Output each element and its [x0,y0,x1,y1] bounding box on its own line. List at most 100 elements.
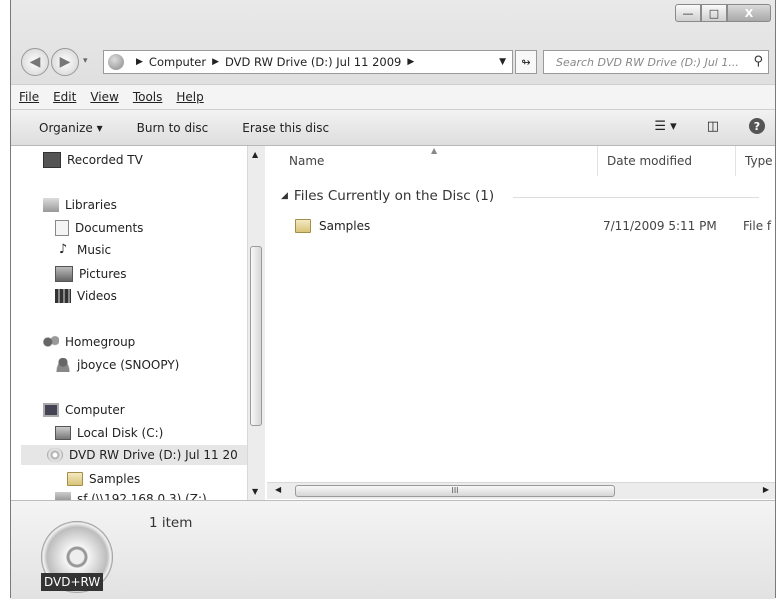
column-header-name[interactable]: Name [289,154,324,168]
recent-pages-dropdown[interactable]: ▾ [83,56,88,66]
organize-button[interactable]: Organize ▾ [39,121,103,135]
sidebar-item-label: Music [77,243,112,257]
scroll-down-icon[interactable]: ▼ [252,487,258,496]
search-icon[interactable]: ⚲ [753,54,763,69]
column-header-date-modified[interactable]: Date modified [607,154,692,168]
sidebar-item-label: Samples [89,472,141,486]
group-header-label: Files Currently on the Disc (1) [293,188,495,204]
homegroup-icon [43,335,59,349]
menu-bar: File Edit View Tools Help [11,84,775,110]
horizontal-scroll-thumb[interactable]: III [295,485,615,497]
navigation-pane: Recorded TV Libraries Documents ♪ Music … [11,146,262,500]
column-divider[interactable] [735,146,736,176]
sidebar-item-local-disk[interactable]: Local Disk (C:) [55,426,163,440]
details-pane: DVD+RW 1 item [11,500,775,599]
command-bar: Organize ▾ Burn to disc Erase this disc … [11,110,775,146]
sidebar-item-label: Videos [77,289,117,303]
computer-icon [43,403,59,417]
file-type: File f [743,219,772,233]
media-type-label: DVD+RW [41,573,104,591]
collapse-triangle-icon[interactable]: ◢ [281,191,288,201]
user-icon [55,358,71,372]
sidebar-item-homegroup[interactable]: Homegroup [43,335,135,349]
refresh-button[interactable]: ↬ [515,50,537,74]
sidebar-item-label: Libraries [65,198,117,212]
hard-disk-icon [55,426,71,440]
item-count: 1 item [149,515,193,531]
videos-icon [55,289,71,303]
dvd-drive-icon [47,448,63,462]
file-date-modified: 7/11/2009 5:11 PM [603,219,717,233]
menu-view[interactable]: View [90,90,118,104]
documents-icon [55,220,69,236]
menu-edit[interactable]: Edit [53,90,76,104]
sidebar-item-samples[interactable]: Samples [67,472,140,486]
sidebar-item-label: sf (\\192.168.0.3) (Z:) [77,492,207,500]
breadcrumb-separator-icon[interactable]: ▶ [407,57,414,67]
column-header-type[interactable]: Type [745,154,773,168]
libraries-icon [43,198,59,212]
sidebar-item-network-drive[interactable]: sf (\\192.168.0.3) (Z:) [55,492,207,500]
sidebar-item-label: Documents [75,221,144,235]
breadcrumb-separator-icon[interactable]: ▶ [136,57,143,67]
file-name: Samples [319,219,371,233]
breadcrumb-computer[interactable]: Computer [149,55,206,69]
breadcrumb-drive[interactable]: DVD RW Drive (D:) Jul 11 2009 [225,55,401,69]
menu-file[interactable]: File [19,90,39,104]
file-list-horizontal-scrollbar[interactable]: ◀ III ▶ [267,482,775,499]
sidebar-item-documents[interactable]: Documents [55,220,143,236]
sort-ascending-icon: ▲ [431,146,438,155]
search-placeholder: Search DVD RW Drive (D:) Jul 1... [556,55,739,69]
search-input[interactable]: Search DVD RW Drive (D:) Jul 1... ⚲ [543,50,769,74]
sidebar-item-label: DVD RW Drive (D:) Jul 11 20 [69,448,238,462]
music-icon: ♪ [58,242,68,257]
view-controls: ☰ ▾ ◫ ? [654,118,765,134]
minimize-button[interactable]: — [675,4,701,22]
sidebar-scroll-thumb[interactable] [250,246,262,426]
scroll-up-icon[interactable]: ▲ [252,150,258,159]
sidebar-item-dvd-drive[interactable]: DVD RW Drive (D:) Jul 11 20 [21,445,253,465]
sidebar-scrollbar[interactable]: ▲ ▼ [247,146,265,500]
sidebar-item-videos[interactable]: Videos [55,289,117,303]
window-chrome: — □ X ◀ ▶ ▾ ▶ Computer ▶ DVD RW Drive (D… [11,0,775,146]
scroll-left-icon[interactable]: ◀ [275,485,281,494]
back-button[interactable]: ◀ [21,48,49,76]
sidebar-item-music[interactable]: ♪ Music [55,242,112,258]
sidebar-item-label: Computer [65,403,125,417]
sidebar-item-label: Pictures [79,267,127,281]
change-view-icon[interactable]: ☰ ▾ [654,119,676,134]
erase-disc-button[interactable]: Erase this disc [242,121,329,135]
sidebar-item-recorded-tv[interactable]: Recorded TV [43,152,143,168]
sidebar-item-libraries[interactable]: Libraries [43,198,117,212]
address-bar[interactable]: ▶ Computer ▶ DVD RW Drive (D:) Jul 11 20… [103,50,513,74]
folder-icon [67,472,83,486]
drive-globe-icon [108,54,124,70]
column-divider[interactable] [597,146,598,176]
preview-pane-icon[interactable]: ◫ [707,119,719,134]
file-list: Name ▲ Date modified Type ◢ Files Curren… [265,146,775,500]
pictures-icon [55,266,73,282]
sidebar-item-jboyce[interactable]: jboyce (SNOOPY) [55,358,179,372]
maximize-button[interactable]: □ [701,4,727,22]
close-button[interactable]: X [727,4,771,22]
sidebar-item-label: jboyce (SNOOPY) [77,358,180,372]
breadcrumb-separator-icon[interactable]: ▶ [212,57,219,67]
network-drive-icon [55,492,71,500]
scroll-right-icon[interactable]: ▶ [763,485,769,494]
group-header[interactable]: ◢ Files Currently on the Disc (1) [281,188,759,204]
burn-to-disc-button[interactable]: Burn to disc [137,121,209,135]
file-row-samples[interactable]: Samples 7/11/2009 5:11 PM File f [295,216,775,236]
sidebar-item-label: Local Disk (C:) [77,426,164,440]
explorer-window: — □ X ◀ ▶ ▾ ▶ Computer ▶ DVD RW Drive (D… [10,0,776,599]
sidebar-item-label: Recorded TV [67,153,143,167]
help-icon[interactable]: ? [749,118,765,134]
sidebar-item-pictures[interactable]: Pictures [55,266,127,282]
tv-icon [43,152,61,168]
menu-tools[interactable]: Tools [133,90,163,104]
forward-button[interactable]: ▶ [51,48,79,76]
sidebar-item-computer[interactable]: Computer [43,403,125,417]
sidebar-item-label: Homegroup [65,335,136,349]
address-dropdown-icon[interactable]: ▼ [499,57,506,67]
folder-icon [295,219,311,233]
menu-help[interactable]: Help [176,90,203,104]
